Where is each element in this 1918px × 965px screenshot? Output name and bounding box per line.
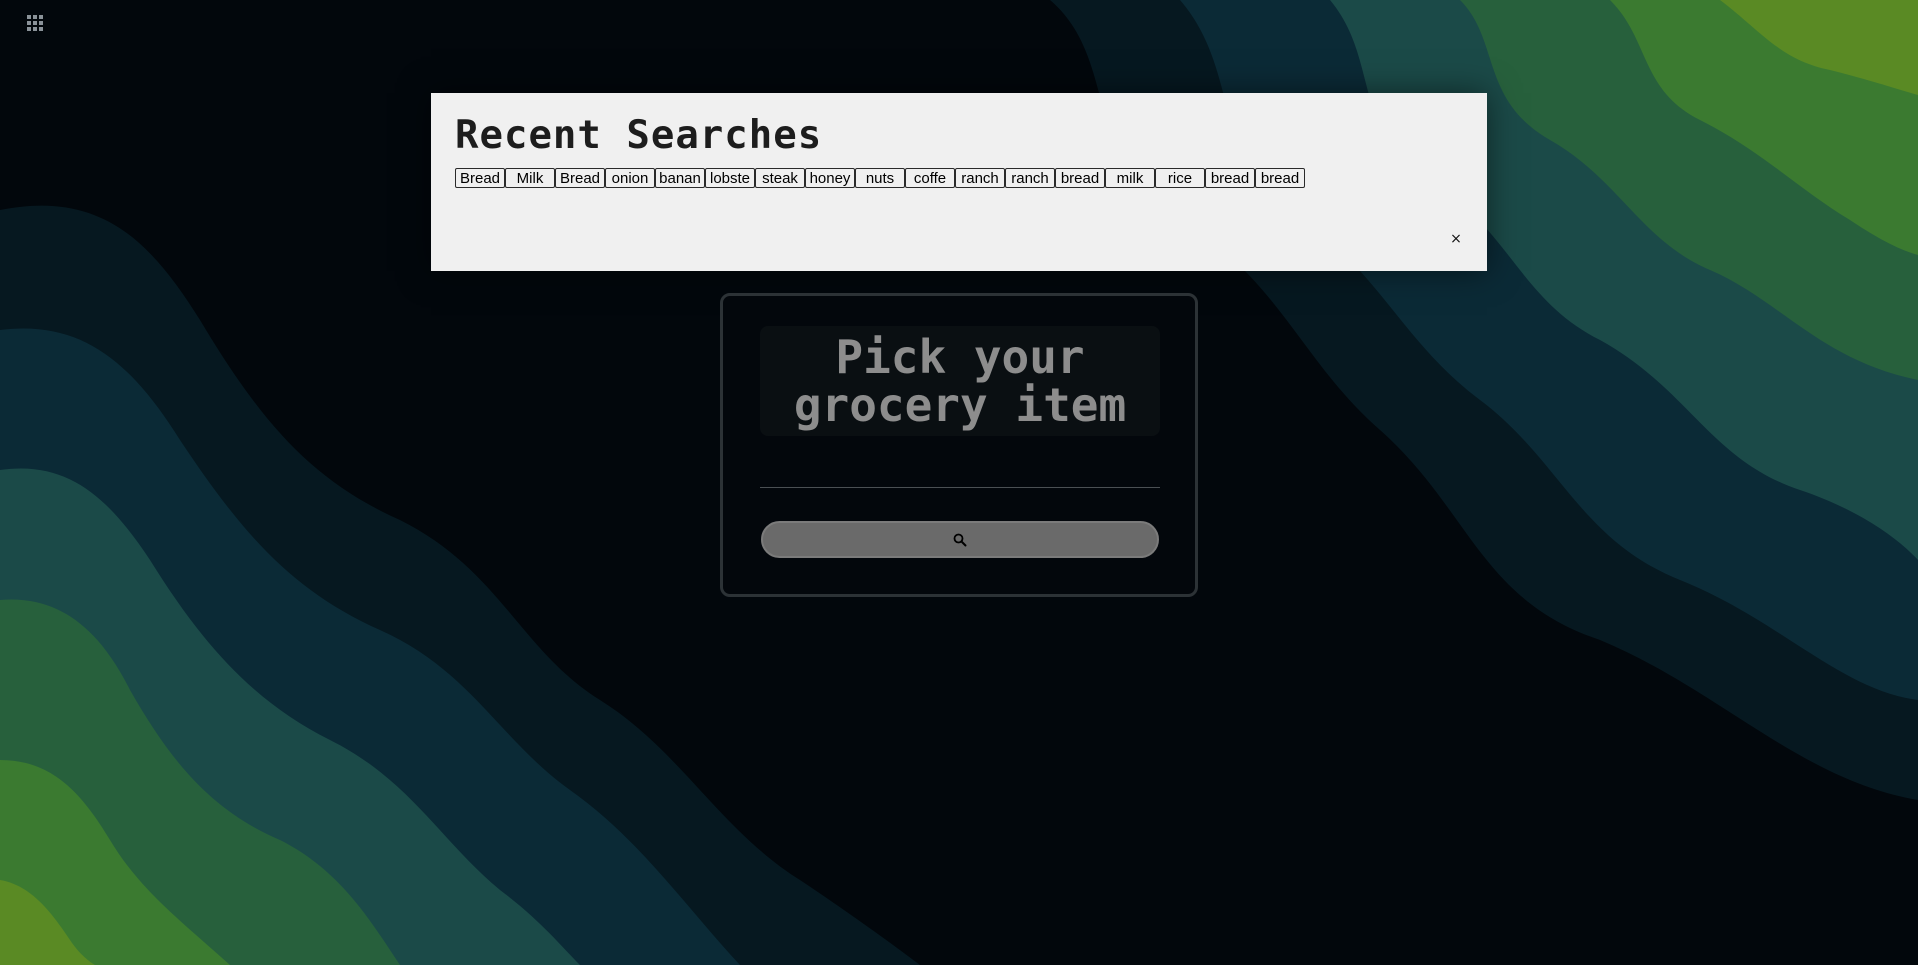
recent-search-chip[interactable]: bread [1255, 168, 1305, 188]
recent-search-chip[interactable]: lobste [705, 168, 755, 188]
recent-search-chip[interactable]: steak [755, 168, 805, 188]
recent-search-chip[interactable]: coffe [905, 168, 955, 188]
search-input[interactable] [760, 448, 1160, 488]
heading-box: Pick your grocery item [760, 326, 1160, 436]
recent-search-chip[interactable]: ranch [955, 168, 1005, 188]
recent-search-chip[interactable]: rice [1155, 168, 1205, 188]
page-title-line-1: Pick your [835, 330, 1085, 384]
recent-search-chip[interactable]: honey [805, 168, 855, 188]
recent-search-chip[interactable]: ranch [1005, 168, 1055, 188]
recent-searches-panel: Recent Searches Bread Milk Bread onion b… [431, 93, 1487, 271]
recent-search-chip[interactable]: bread [1205, 168, 1255, 188]
recent-search-chip[interactable]: Milk [505, 168, 555, 188]
recent-search-chip[interactable]: banan [655, 168, 705, 188]
close-icon[interactable]: × [1449, 232, 1463, 246]
recent-search-chip[interactable]: Bread [555, 168, 605, 188]
recent-search-chips: Bread Milk Bread onion banan lobste stea… [455, 168, 1305, 188]
recent-search-chip[interactable]: onion [605, 168, 655, 188]
page-title-line-2: grocery item [793, 378, 1127, 432]
search-card: Pick your grocery item [720, 293, 1198, 597]
recent-searches-title: Recent Searches [455, 113, 823, 158]
recent-search-chip[interactable]: bread [1055, 168, 1105, 188]
apps-grid-icon[interactable] [27, 15, 45, 33]
search-button[interactable] [761, 521, 1159, 558]
search-icon [953, 533, 967, 546]
recent-search-chip[interactable]: Bread [455, 168, 505, 188]
recent-search-chip[interactable]: nuts [855, 168, 905, 188]
recent-search-chip[interactable]: milk [1105, 168, 1155, 188]
page-title: Pick your grocery item [794, 333, 1126, 429]
